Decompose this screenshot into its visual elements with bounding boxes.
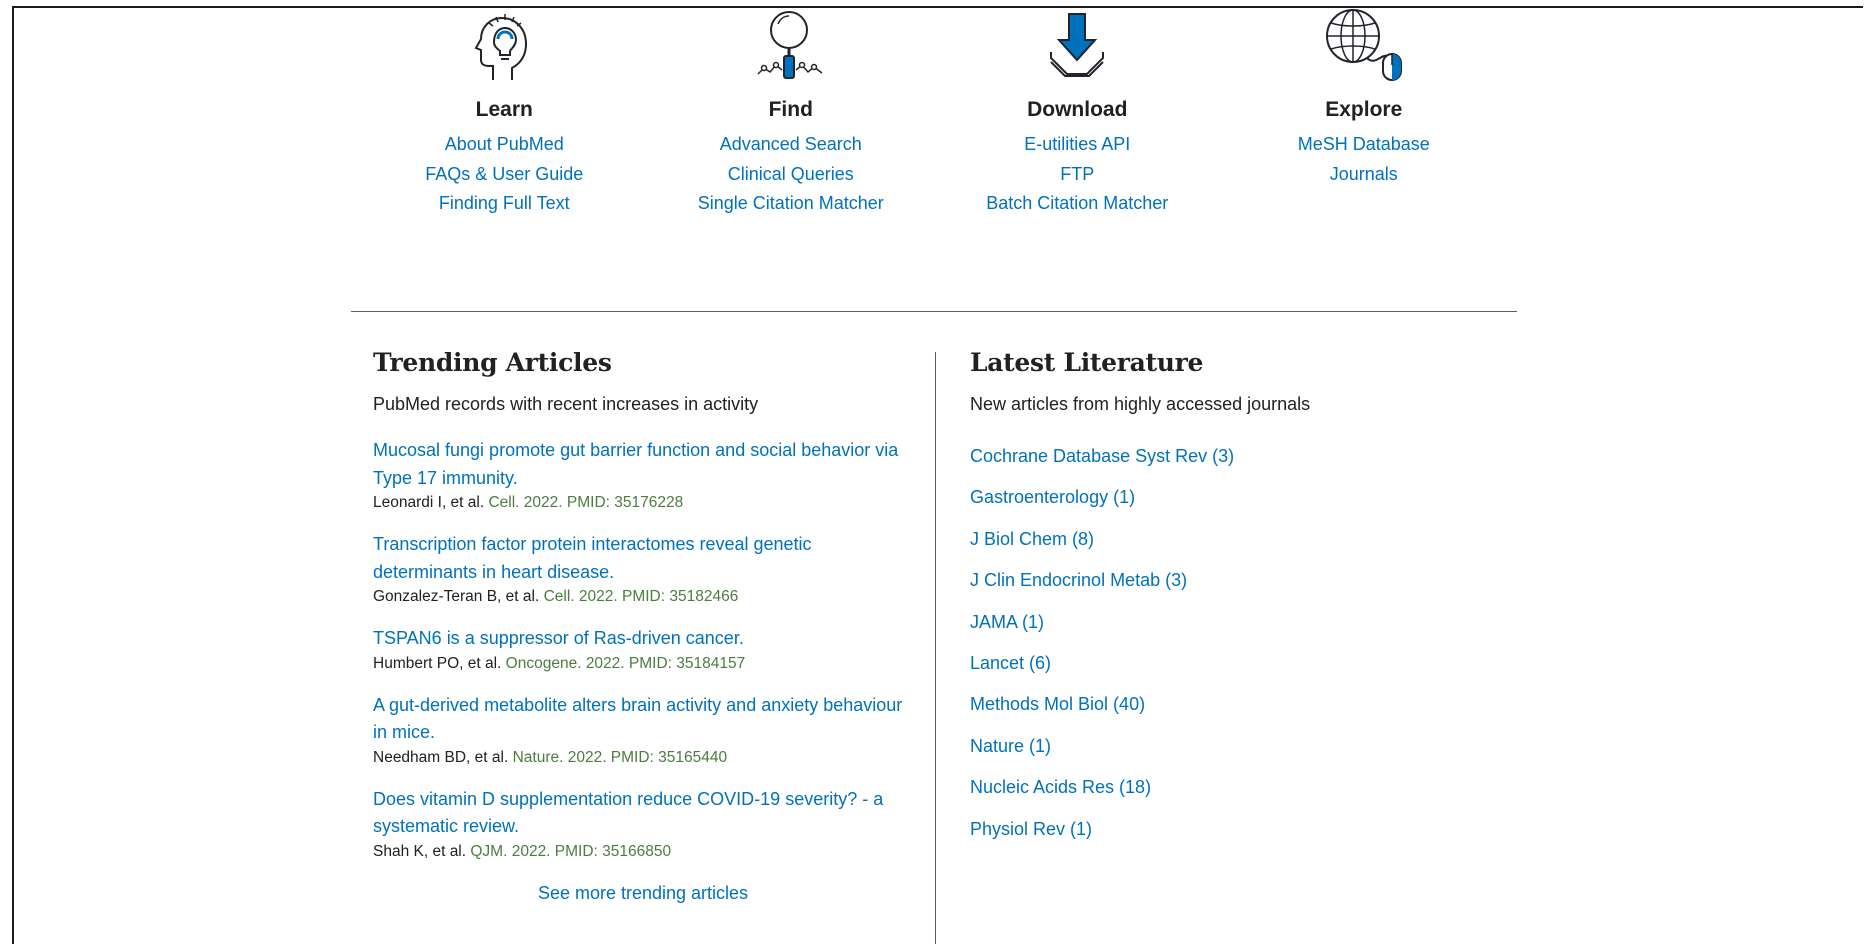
feature-section: Learn About PubMed FAQs & User Guide Fin… [361,0,1507,240]
trending-article-list: Mucosal fungi promote gut barrier functi… [373,437,913,861]
list-item: Mucosal fungi promote gut barrier functi… [373,437,913,512]
article-journal: QJM. 2022. PMID: 35166850 [470,842,672,860]
feature-learn: Learn About PubMed FAQs & User Guide Fin… [361,0,648,240]
journal-link[interactable]: J Clin Endocrinol Metab (3) [970,569,1510,610]
latest-literature-section: Latest Literature New articles from high… [970,348,1510,859]
faqs-user-guide-link[interactable]: FAQs & User Guide [361,160,648,190]
list-item: Does vitamin D supplementation reduce CO… [373,786,913,861]
feature-heading: Download [1027,98,1128,121]
journal-link[interactable]: Gastroenterology (1) [970,486,1510,527]
latest-description: New articles from highly accessed journa… [970,394,1311,414]
see-more-trending-link[interactable]: See more trending articles [373,883,913,904]
trending-articles-section: Trending Articles PubMed records with re… [373,348,913,904]
list-item: Transcription factor protein interactome… [373,531,913,606]
journal-link[interactable]: Methods Mol Biol (40) [970,693,1510,734]
list-item: A gut-derived metabolite alters brain ac… [373,692,913,767]
article-authors: Shah K, et al. [373,842,467,860]
latest-heading: Latest Literature [970,348,1204,377]
journal-list: Cochrane Database Syst Rev (3) Gastroent… [970,445,1510,859]
explore-globe-mouse-icon [1325,9,1402,81]
article-journal: Cell. 2022. PMID: 35182466 [543,588,739,605]
article-title-link[interactable]: TSPAN6 is a suppressor of Ras-driven can… [373,625,913,653]
feature-find: Find Advanced Search Clinical Queries Si… [648,0,935,240]
article-authors: Leonardi I, et al. [373,494,485,511]
list-item: TSPAN6 is a suppressor of Ras-driven can… [373,625,913,673]
feature-heading: Explore [1325,98,1403,121]
single-citation-matcher-link[interactable]: Single Citation Matcher [648,189,935,219]
feature-explore: Explore MeSH Database Journals [1221,0,1508,240]
feature-heading: Find [768,98,813,121]
column-separator [935,352,936,944]
advanced-search-link[interactable]: Advanced Search [648,130,935,160]
about-pubmed-link[interactable]: About PubMed [361,130,648,160]
article-citation: Shah K, et al. QJM. 2022. PMID: 35166850 [373,843,913,861]
journal-link[interactable]: Nature (1) [970,735,1510,776]
mesh-database-link[interactable]: MeSH Database [1221,130,1508,160]
article-citation: Humbert PO, et al. Oncogene. 2022. PMID:… [373,655,913,673]
article-citation: Gonzalez-Teran B, et al. Cell. 2022. PMI… [373,588,913,606]
article-citation: Needham BD, et al. Nature. 2022. PMID: 3… [373,749,913,767]
feature-download: Download E-utilities API FTP Batch Citat… [934,0,1221,240]
section-divider [351,311,1517,312]
journal-link[interactable]: JAMA (1) [970,611,1510,652]
learn-head-icon [474,14,528,80]
journal-link[interactable]: Cochrane Database Syst Rev (3) [970,445,1510,486]
article-title-link[interactable]: A gut-derived metabolite alters brain ac… [373,692,913,747]
ftp-link[interactable]: FTP [934,160,1221,190]
e-utilities-api-link[interactable]: E-utilities API [934,130,1221,160]
trending-description: PubMed records with recent increases in … [373,394,759,414]
article-authors: Gonzalez-Teran B, et al. [373,588,540,605]
article-authors: Humbert PO, et al. [373,654,502,672]
journal-link[interactable]: Physiol Rev (1) [970,818,1510,859]
article-title-link[interactable]: Mucosal fungi promote gut barrier functi… [373,437,913,492]
journals-link[interactable]: Journals [1221,160,1508,190]
article-title-link[interactable]: Transcription factor protein interactome… [373,531,913,586]
article-authors: Needham BD, et al. [373,748,509,766]
article-title-link[interactable]: Does vitamin D supplementation reduce CO… [373,786,913,841]
trending-heading: Trending Articles [373,348,612,377]
article-journal: Cell. 2022. PMID: 35176228 [488,494,684,511]
feature-heading: Learn [475,98,533,121]
journal-link[interactable]: Nucleic Acids Res (18) [970,776,1510,817]
find-magnifier-icon [757,11,823,79]
batch-citation-matcher-link[interactable]: Batch Citation Matcher [934,189,1221,219]
finding-full-text-link[interactable]: Finding Full Text [361,189,648,219]
article-journal: Oncogene. 2022. PMID: 35184157 [505,654,746,672]
article-journal: Nature. 2022. PMID: 35165440 [512,748,728,766]
clinical-queries-link[interactable]: Clinical Queries [648,160,935,190]
journal-link[interactable]: Lancet (6) [970,652,1510,693]
article-citation: Leonardi I, et al. Cell. 2022. PMID: 351… [373,494,913,512]
journal-link[interactable]: J Biol Chem (8) [970,528,1510,569]
download-arrow-icon [1050,13,1105,77]
